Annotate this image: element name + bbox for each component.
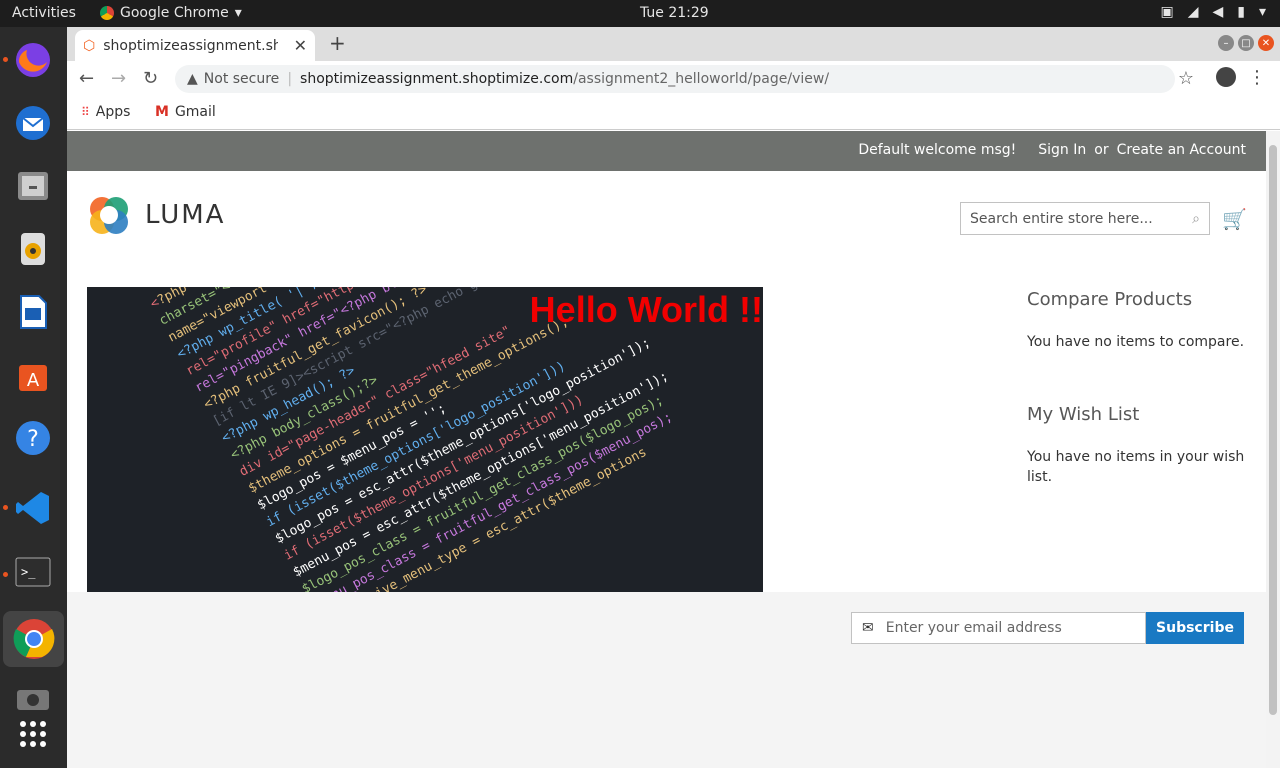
software-icon[interactable]: A: [10, 352, 56, 398]
bookmark-label: Gmail: [174, 104, 216, 120]
apps-grid-icon[interactable]: [10, 711, 56, 757]
footer: ✉ Enter your email address Subscribe: [67, 592, 1266, 768]
network-icon: ◢: [1187, 4, 1199, 20]
chevron-down-icon: ▾: [1258, 4, 1266, 20]
or-separator: or: [1094, 142, 1109, 158]
camera-icon: ▣: [1160, 4, 1174, 20]
svg-text:>_: >_: [21, 565, 36, 579]
wishlist-title: My Wish List: [1027, 404, 1140, 425]
search-placeholder: Search entire store here...: [970, 210, 1153, 227]
divider: |: [287, 71, 293, 87]
welcome-message: Default welcome msg!: [858, 142, 1017, 158]
subscribe-button[interactable]: Subscribe: [1146, 612, 1244, 644]
system-top-bar: Activities Google Chrome ▾ Tue 21:29 ▣ ◢…: [0, 0, 1280, 27]
bookmark-gmail[interactable]: M Gmail: [155, 104, 216, 120]
vscode-icon[interactable]: [10, 485, 56, 531]
running-indicator: [3, 505, 8, 510]
gmail-icon: M: [155, 104, 169, 120]
chrome-icon[interactable]: [3, 611, 64, 667]
bookmark-apps[interactable]: ⠿ Apps: [81, 104, 130, 120]
address-bar[interactable]: ▲ Not secure | shoptimizeassignment.shop…: [175, 65, 1175, 93]
terminal-icon[interactable]: >_: [10, 549, 56, 595]
tab-title: shoptimizeassignment.sh: [103, 37, 279, 54]
apps-grid-icon: ⠿: [81, 105, 90, 119]
svg-text:A: A: [27, 370, 40, 391]
writer-icon[interactable]: [10, 289, 56, 335]
bookmark-star-icon[interactable]: ☆: [1178, 68, 1194, 89]
compare-text: You have no items to compare.: [1027, 334, 1245, 350]
system-tray[interactable]: ▣ ◢ ◀ ▮ ▾: [1160, 4, 1266, 20]
search-input[interactable]: Search entire store here... ⌕: [960, 202, 1210, 235]
newsletter-placeholder: Enter your email address: [885, 620, 1062, 636]
close-window-button[interactable]: ✕: [1258, 35, 1274, 51]
running-indicator: [3, 572, 8, 577]
bookmarks-bar: ⠿ Apps M Gmail: [67, 97, 1280, 130]
logo-text: LUMA: [145, 200, 226, 230]
thunderbird-icon[interactable]: [10, 100, 56, 146]
code-background: <?php language_attributes(); ?> charset=…: [147, 287, 675, 631]
browser-toolbar: ← → ↻ ▲ Not secure | shoptimizeassignmen…: [67, 61, 1280, 97]
bookmark-label: Apps: [95, 104, 131, 120]
hello-world-heading: Hello World !!: [529, 289, 763, 330]
sign-in-link[interactable]: Sign In: [1038, 142, 1086, 158]
maximize-button[interactable]: □: [1238, 35, 1254, 51]
rhythmbox-icon[interactable]: [10, 226, 56, 272]
minimize-button[interactable]: –: [1218, 35, 1234, 51]
window-controls: – □ ✕: [1218, 35, 1274, 51]
svg-text:?: ?: [27, 427, 39, 452]
scrollbar-thumb[interactable]: [1269, 145, 1277, 715]
chrome-small-icon: [100, 6, 114, 20]
new-tab-button[interactable]: +: [329, 31, 346, 55]
battery-icon: ▮: [1237, 4, 1245, 20]
search-icon[interactable]: ⌕: [1192, 211, 1200, 227]
back-button[interactable]: ←: [79, 68, 94, 89]
wishlist-text: You have no items in your wish list.: [1027, 449, 1245, 485]
cart-icon[interactable]: 🛒: [1222, 207, 1247, 231]
menu-kebab-icon[interactable]: ⋮: [1248, 67, 1266, 88]
envelope-icon: ✉: [862, 620, 874, 636]
activities-button[interactable]: Activities: [12, 5, 76, 21]
firefox-icon[interactable]: [10, 37, 56, 83]
forward-button[interactable]: →: [111, 68, 126, 89]
tab-strip: ⬡ shoptimizeassignment.sh ✕ + – □ ✕: [67, 27, 1280, 61]
reload-button[interactable]: ↻: [143, 68, 158, 89]
warning-icon: ▲: [187, 71, 198, 87]
files-icon[interactable]: [10, 163, 56, 209]
close-icon[interactable]: ✕: [294, 36, 307, 55]
help-icon[interactable]: ?: [10, 415, 56, 461]
volume-icon: ◀: [1212, 4, 1224, 20]
web-page: Default welcome msg! Sign In or Create a…: [67, 131, 1266, 768]
url-host: shoptimizeassignment.shoptimize.com: [300, 71, 574, 87]
app-menu[interactable]: Google Chrome ▾: [100, 5, 242, 21]
store-logo[interactable]: LUMA: [87, 193, 225, 237]
chevron-down-icon: ▾: [234, 5, 242, 21]
luma-logo-icon: [90, 197, 128, 234]
store-header-bar: Default welcome msg! Sign In or Create a…: [67, 131, 1266, 171]
magento-favicon-icon: ⬡: [83, 37, 96, 54]
security-label: Not secure: [203, 71, 280, 87]
app-menu-label: Google Chrome: [120, 5, 229, 21]
clock[interactable]: Tue 21:29: [640, 5, 709, 21]
compare-title: Compare Products: [1027, 289, 1193, 310]
create-account-link[interactable]: Create an Account: [1117, 142, 1246, 158]
dock: A ? >_: [0, 27, 67, 768]
profile-avatar-icon[interactable]: [1216, 67, 1236, 87]
url-path: /assignment2_helloworld/page/view/: [573, 71, 830, 87]
newsletter-email-field[interactable]: ✉ Enter your email address: [851, 612, 1146, 644]
running-indicator: [3, 57, 8, 62]
browser-window: ⬡ shoptimizeassignment.sh ✕ + – □ ✕ ← → …: [67, 27, 1280, 768]
browser-tab[interactable]: ⬡ shoptimizeassignment.sh ✕: [75, 30, 315, 61]
